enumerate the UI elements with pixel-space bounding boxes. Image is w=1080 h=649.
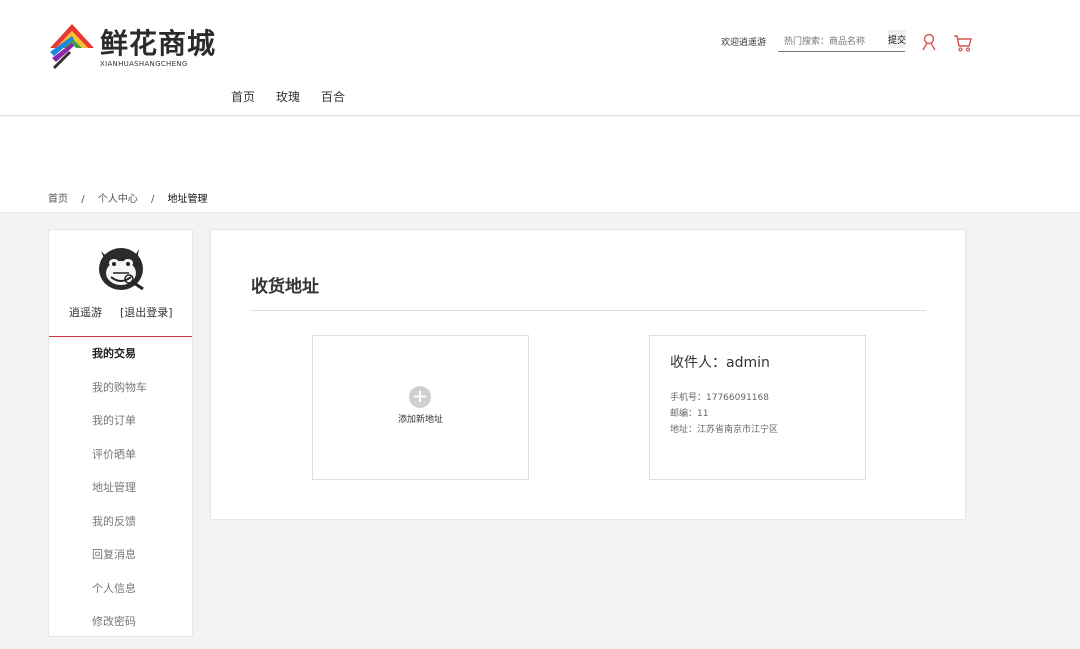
page-title: 收货地址 — [251, 277, 319, 297]
welcome-text: 欢迎逍遥游 — [721, 38, 767, 48]
address-phone: 手机号：17766091168 — [670, 393, 769, 403]
profile-panel: 逍遥游 [退出登录] — [49, 230, 192, 337]
menu-item-change-password[interactable]: 修改密码 — [49, 614, 192, 648]
user-icon[interactable] — [921, 33, 939, 51]
nav-item-rose[interactable]: 玫瑰 — [276, 88, 300, 105]
menu-item-address[interactable]: 地址管理 — [49, 480, 192, 514]
nav-item-lily[interactable]: 百合 — [321, 88, 345, 105]
menu-item-orders[interactable]: 我的订单 — [49, 413, 192, 447]
add-address-card[interactable]: + 添加新地址 — [312, 335, 529, 480]
main-nav: 首页 玫瑰 百合 — [231, 88, 366, 105]
nav-item-home[interactable]: 首页 — [231, 88, 255, 105]
address-card[interactable]: 收件人：admin 手机号：17766091168 邮编：11 地址：江苏省南京… — [649, 335, 866, 480]
search-submit-button[interactable]: 提交 — [888, 30, 906, 48]
menu-item-reviews[interactable]: 评价晒单 — [49, 447, 192, 481]
brand-title: 鲜花商城 — [100, 27, 217, 60]
menu-item-feedback[interactable]: 我的反馈 — [49, 514, 192, 548]
breadcrumb-home[interactable]: 首页 — [48, 194, 68, 205]
address-detail: 地址：江苏省南京市江宁区 — [670, 425, 779, 435]
breadcrumb-band: 首页 / 个人中心 / 地址管理 — [0, 117, 1080, 213]
logout-link[interactable]: [退出登录] — [120, 304, 173, 320]
account-menu: 我的交易 我的购物车 我的订单 评价晒单 地址管理 我的反馈 回复消息 个人信息… — [49, 337, 192, 648]
logo-chevrons-icon — [50, 24, 94, 70]
search-input[interactable] — [778, 32, 905, 52]
breadcrumb-current: 地址管理 — [167, 194, 208, 205]
breadcrumb-user-center[interactable]: 个人中心 — [98, 194, 138, 205]
avatar[interactable] — [93, 239, 149, 295]
cart-icon[interactable] — [953, 34, 973, 52]
site-header: 鲜花商城 XIANHUASHANGCHENG 首页 玫瑰 百合 欢迎逍遥游 提交 — [0, 0, 1080, 116]
add-address-label: 添加新地址 — [397, 415, 443, 425]
breadcrumb-separator: / — [150, 194, 155, 205]
address-panel: 收货地址 + 添加新地址 收件人：admin 手机号：17766091168 邮… — [210, 229, 966, 520]
profile-username: 逍遥游 — [69, 306, 102, 319]
site-logo[interactable]: 鲜花商城 XIANHUASHANGCHENG — [48, 22, 215, 74]
breadcrumb: 首页 / 个人中心 / 地址管理 — [48, 190, 208, 205]
menu-item-replies[interactable]: 回复消息 — [49, 547, 192, 581]
menu-item-cart[interactable]: 我的购物车 — [49, 380, 192, 414]
address-recipient: 收件人：admin — [670, 355, 770, 371]
title-divider — [251, 310, 926, 311]
menu-heading-my-trade: 我的交易 — [92, 347, 136, 360]
account-sidebar: 逍遥游 [退出登录] 我的交易 我的购物车 我的订单 评价晒单 地址管理 我的反… — [48, 229, 193, 637]
breadcrumb-separator: / — [81, 194, 85, 205]
plus-circle-icon: + — [409, 386, 431, 408]
menu-item-profile-info[interactable]: 个人信息 — [49, 581, 192, 615]
address-zip: 邮编：11 — [670, 409, 709, 419]
brand-subtitle: XIANHUASHANGCHENG — [100, 60, 188, 68]
